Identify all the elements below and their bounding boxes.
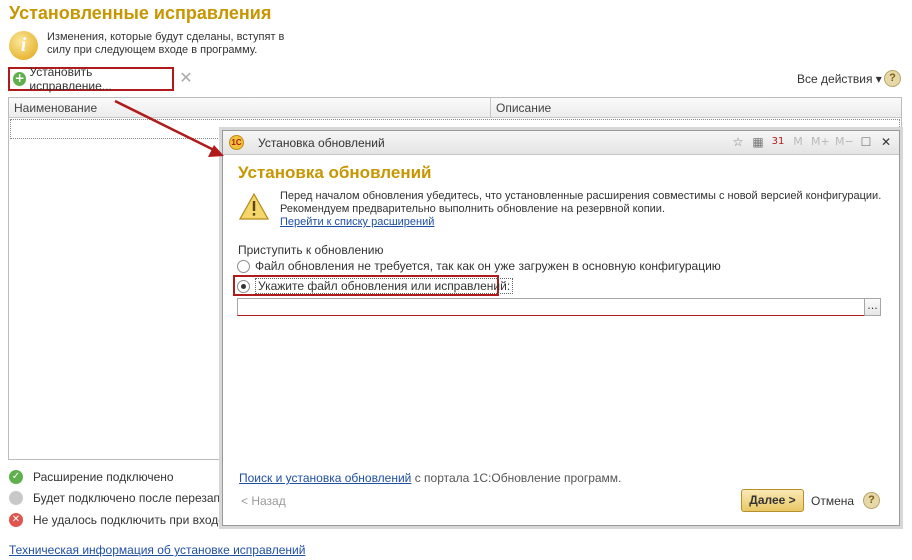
warning-icon: [239, 193, 269, 220]
grey-circle-icon: [9, 491, 23, 505]
plus-icon: +: [13, 71, 27, 86]
memory-m-plus-button[interactable]: M+: [811, 134, 830, 150]
warning-line: Перед началом обновления убедитесь, что …: [280, 190, 882, 202]
info-icon: i: [9, 31, 38, 60]
delete-icon[interactable]: ✕: [178, 70, 194, 86]
browse-file-button[interactable]: ...: [864, 298, 881, 316]
logo-1c-icon: 1С: [229, 135, 244, 150]
memory-m-minus-button[interactable]: M−: [835, 134, 854, 150]
file-path-input[interactable]: [237, 298, 865, 316]
legend-item-pending: Будет подключено после перезапуска: [9, 491, 244, 505]
error-circle-icon: ✕: [9, 513, 23, 527]
column-header-name[interactable]: Наименование: [9, 98, 491, 117]
radio-option-not-required[interactable]: Файл обновления не требуется, так как он…: [237, 259, 721, 273]
radio-label: Укажите файл обновления или исправлений:: [255, 278, 514, 294]
dialog-titlebar[interactable]: 1С Установка обновлений ☆ ▦ 31 M M+ M− ☐…: [223, 131, 899, 155]
dialog-window-title: Установка обновлений: [258, 135, 385, 150]
warning-line: Рекомендуем предварительно выполнить обн…: [280, 203, 666, 215]
radio-option-specify-file[interactable]: Укажите файл обновления или исправлений:: [237, 278, 514, 294]
radio-button-checked[interactable]: [237, 279, 250, 293]
close-icon[interactable]: ✕: [879, 134, 893, 150]
tech-info-link[interactable]: Техническая информация об установке испр…: [9, 543, 305, 557]
check-circle-icon: ✓: [9, 470, 23, 484]
page-title: Установленные исправления: [9, 3, 272, 23]
info-text: Изменения, которые будут сделаны, вступя…: [47, 31, 285, 56]
footer-suffix: с портала 1С:Обновление программ.: [411, 471, 622, 485]
titlebar-icons: ☆ ▦ 31 M M+ M− ☐ ✕: [731, 134, 893, 150]
back-button[interactable]: < Назад: [241, 494, 286, 508]
next-button[interactable]: Далее >: [741, 489, 804, 512]
maximize-icon[interactable]: ☐: [859, 134, 873, 150]
warning-text: Перед началом обновления убедитесь, что …: [280, 190, 890, 229]
legend-label: Будет подключено после перезапуска: [33, 491, 245, 505]
cancel-button[interactable]: Отмена: [811, 494, 854, 508]
radio-label: Файл обновления не требуется, так как он…: [255, 259, 721, 273]
calendar-icon[interactable]: 31: [771, 134, 785, 150]
help-icon[interactable]: ?: [863, 492, 880, 509]
help-icon[interactable]: ?: [884, 70, 901, 87]
all-actions-menu[interactable]: Все действия ▾: [797, 72, 882, 86]
memory-m-button[interactable]: M: [791, 134, 805, 150]
install-fix-label: Установить исправление...: [29, 65, 112, 93]
proceed-label: Приступить к обновлению: [238, 243, 384, 257]
search-updates-link[interactable]: Поиск и установка обновлений: [239, 471, 411, 485]
favorite-icon[interactable]: ☆: [731, 134, 745, 150]
column-header-description[interactable]: Описание: [491, 98, 901, 117]
calculator-icon[interactable]: ▦: [751, 134, 765, 150]
legend-item-connected: ✓ Расширение подключено: [9, 470, 174, 484]
dialog-heading: Установка обновлений: [238, 163, 432, 182]
table-header: Наименование Описание: [9, 98, 901, 118]
footer-link-row: Поиск и установка обновлений с портала 1…: [239, 471, 621, 485]
extensions-list-link[interactable]: Перейти к списку расширений: [280, 216, 890, 229]
legend-label: Расширение подключено: [33, 470, 174, 484]
install-fix-button[interactable]: + Установить исправление...: [8, 65, 174, 93]
update-dialog: 1С Установка обновлений ☆ ▦ 31 M M+ M− ☐…: [222, 130, 900, 526]
radio-button[interactable]: [237, 259, 250, 273]
